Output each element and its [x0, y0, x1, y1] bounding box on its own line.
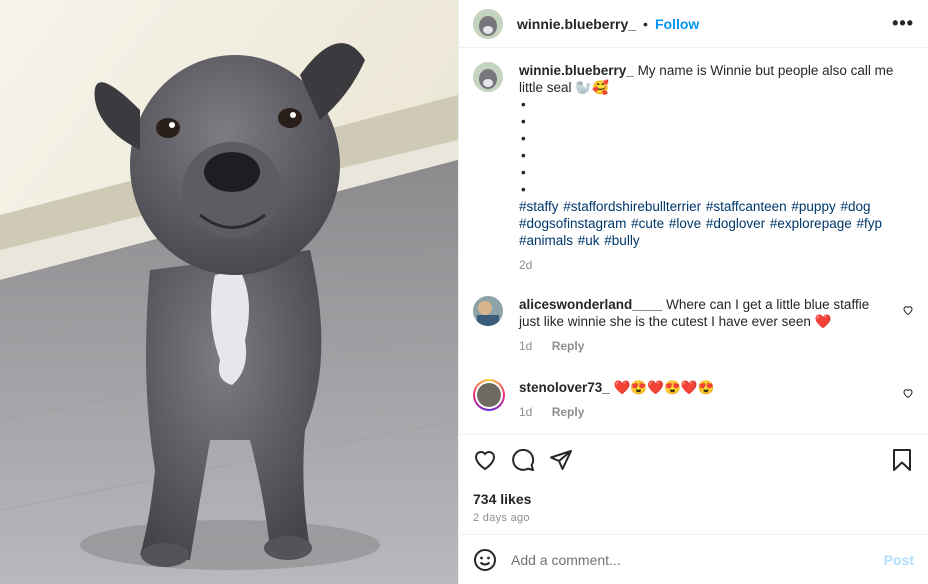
heart-icon[interactable]	[473, 448, 497, 472]
comment-text: stenolover73_ ❤️😍❤️😍❤️😍 1d Reply	[519, 379, 879, 421]
caption-time: 2d	[519, 258, 533, 272]
comment-meta: 1d Reply	[519, 338, 879, 355]
caption-text: winnie.blueberry_ My name is Winnie but …	[519, 62, 901, 274]
post-sidebar: winnie.blueberry_ • Follow ••• winnie.bl…	[458, 0, 928, 584]
avatar[interactable]	[473, 296, 503, 326]
comment-time: 1d	[519, 405, 533, 419]
bullet: •	[521, 97, 526, 112]
bullet: •	[521, 182, 526, 197]
post-header: winnie.blueberry_ • Follow •••	[459, 0, 928, 48]
action-icons	[473, 445, 914, 475]
comment-item: aliceswonderland____ Where can I get a l…	[473, 296, 914, 355]
post-timestamp: 2 days ago	[473, 512, 530, 524]
comment-input[interactable]	[511, 551, 884, 568]
comment-username[interactable]: stenolover73_	[519, 380, 610, 395]
avatar[interactable]	[473, 62, 503, 92]
post-photo[interactable]	[0, 0, 458, 584]
bullet: •	[521, 165, 526, 180]
bullet: •	[521, 131, 526, 146]
like-comment-heart-icon[interactable]	[902, 304, 914, 316]
action-bar: 734 likes 2 days ago	[459, 434, 928, 534]
bullet: •	[521, 148, 526, 163]
story-ring-avatar[interactable]	[473, 379, 505, 411]
post-comment-button[interactable]: Post	[884, 552, 914, 568]
reply-button[interactable]: Reply	[552, 405, 585, 419]
follow-button[interactable]: Follow	[655, 16, 699, 32]
comment-time: 1d	[519, 339, 533, 353]
comments-section: winnie.blueberry_ My name is Winnie but …	[459, 48, 928, 434]
like-count[interactable]: 734 likes	[473, 491, 914, 507]
caption-hashtags[interactable]: #staffy #staffordshirebullterrier #staff…	[519, 198, 901, 249]
comment-meta: 1d Reply	[519, 404, 879, 421]
reply-button[interactable]: Reply	[552, 339, 585, 353]
bookmark-icon[interactable]	[890, 448, 914, 472]
bullet: •	[521, 114, 526, 129]
comment-body: ❤️😍❤️😍❤️😍	[613, 380, 715, 395]
caption-username[interactable]: winnie.blueberry_	[519, 63, 634, 78]
avatar[interactable]	[473, 8, 503, 39]
header-username[interactable]: winnie.blueberry_	[517, 16, 636, 32]
comment-text: aliceswonderland____ Where can I get a l…	[519, 296, 879, 355]
comment-username[interactable]: aliceswonderland____	[519, 297, 662, 312]
comment-item: stenolover73_ ❤️😍❤️😍❤️😍 1d Reply	[473, 379, 914, 421]
emoji-icon[interactable]	[473, 548, 497, 572]
caption-bullets: • • • • • •	[519, 96, 901, 198]
comment-icon[interactable]	[511, 448, 535, 472]
more-options-icon[interactable]: •••	[892, 13, 914, 34]
add-comment-bar: Post	[459, 534, 928, 584]
caption: winnie.blueberry_ My name is Winnie but …	[473, 62, 914, 274]
share-icon[interactable]	[549, 448, 573, 472]
like-comment-heart-icon[interactable]	[902, 387, 914, 399]
instagram-post: winnie.blueberry_ • Follow ••• winnie.bl…	[0, 0, 928, 584]
separator-dot: •	[643, 15, 648, 32]
